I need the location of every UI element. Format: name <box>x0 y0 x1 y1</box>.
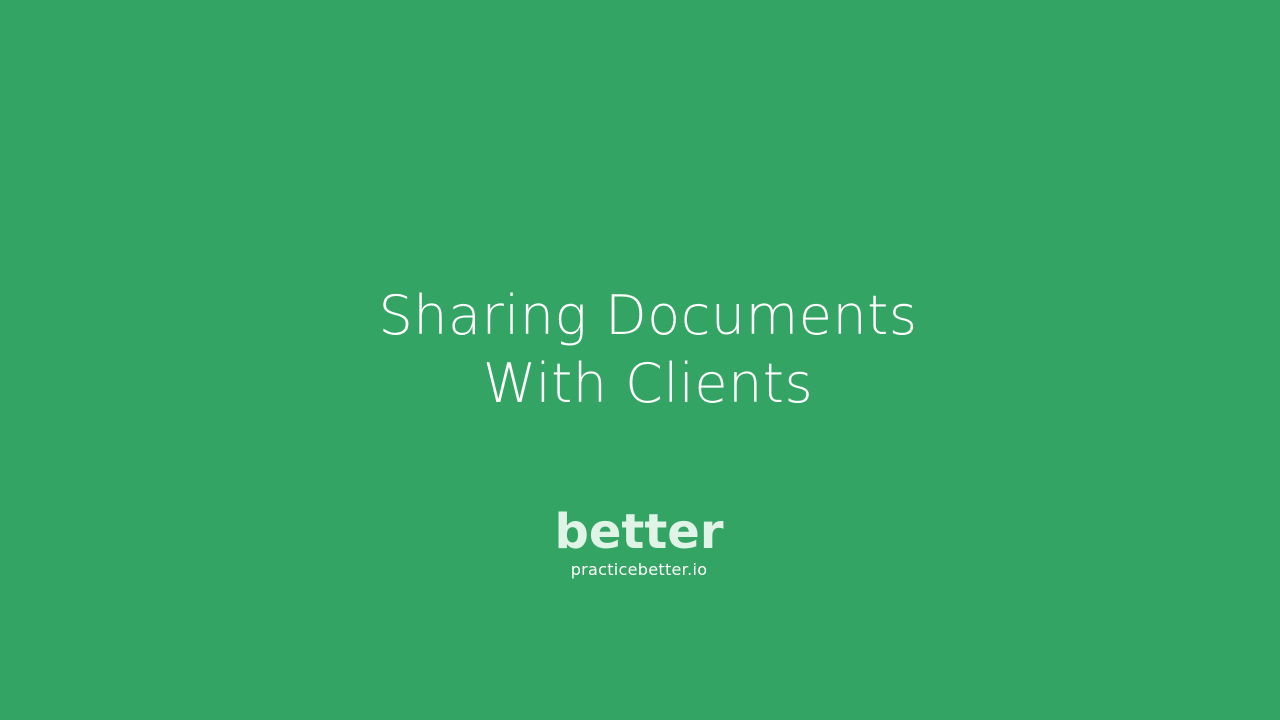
brand-block: better practicebetter.io <box>0 504 1278 580</box>
slide-title-line-2: With Clients <box>482 352 814 415</box>
slide-title: Sharing Documents With Clients <box>0 282 1280 418</box>
slide-title-line-1: Sharing Documents <box>378 284 918 347</box>
brand-logo: better <box>554 504 724 560</box>
brand-url: practicebetter.io <box>570 560 708 579</box>
